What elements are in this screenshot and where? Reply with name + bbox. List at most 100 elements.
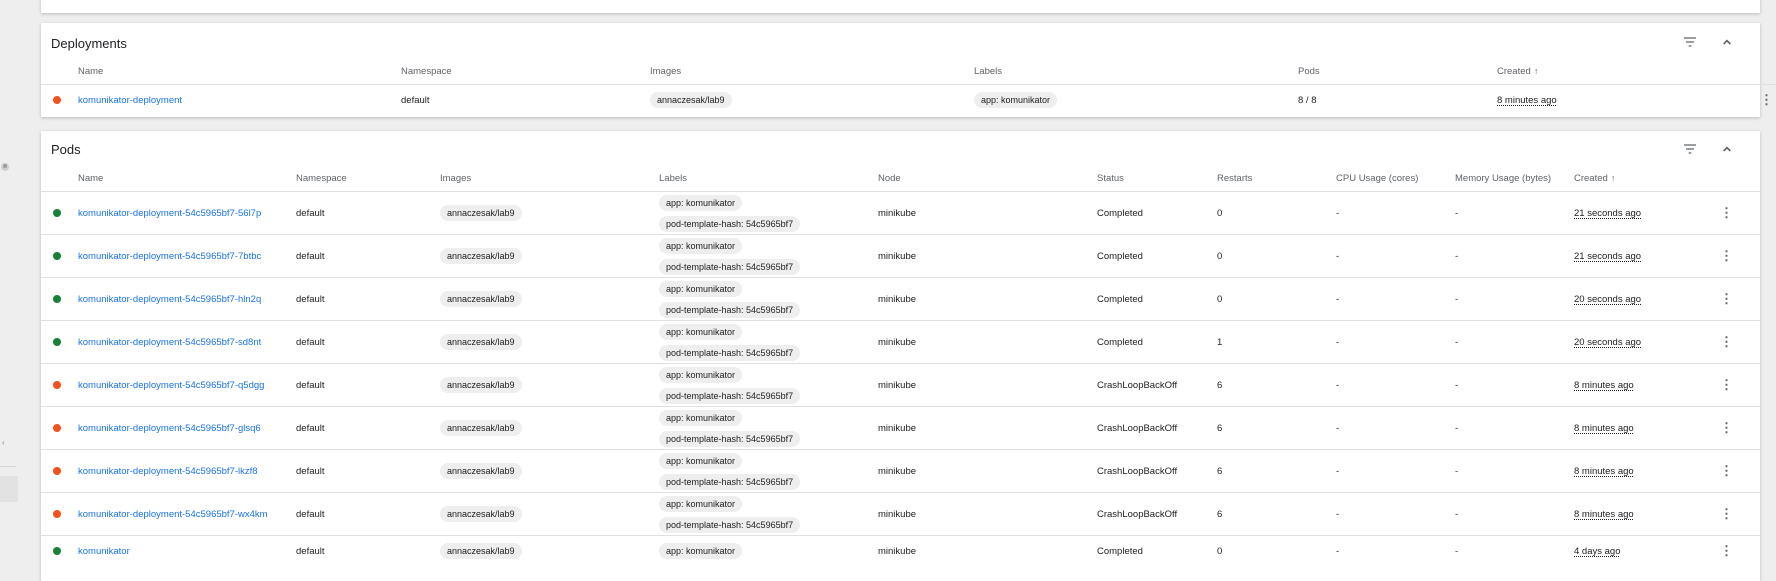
created-time: 8 minutes ago (1574, 508, 1634, 520)
node-cell: minikube (878, 449, 1097, 493)
col-created[interactable]: Created ↑ (1574, 165, 1693, 192)
table-row: komunikator-deployment-54c5965bf7-lkzf8 … (41, 449, 1760, 493)
more-vert-icon[interactable]: ⋮ (1693, 277, 1760, 321)
namespace-cell: default (296, 535, 440, 566)
image-chip: annaczesak/lab9 (440, 506, 522, 522)
node-cell: minikube (878, 320, 1097, 364)
col-images: Images (440, 172, 472, 184)
pod-name-link[interactable]: komunikator-deployment-54c5965bf7-7btbc (78, 251, 261, 262)
label-chip: pod-template-hash: 54c5965bf7 (659, 516, 801, 533)
col-name[interactable]: Name (78, 165, 296, 192)
deployment-name-link[interactable]: komunikator-deployment (78, 95, 182, 106)
deployments-table: Name Namespace Images Labels Pods Create… (41, 58, 1776, 115)
status-cell: Completed (1097, 277, 1217, 321)
label-chip: app: komunikator (659, 280, 743, 297)
more-vert-icon[interactable]: ⋮ (1693, 320, 1760, 364)
cpu-cell: - (1336, 492, 1455, 536)
table-row: komunikator-deployment default annaczesa… (41, 84, 1776, 115)
pod-name-link[interactable]: komunikator-deployment-54c5965bf7-glsq6 (78, 423, 261, 434)
label-chip: pod-template-hash: 54c5965bf7 (659, 258, 801, 275)
pods-table: Name Namespace Images Labels Node Status… (41, 165, 1760, 566)
previous-card (41, 0, 1760, 13)
created-time: 8 minutes ago (1574, 465, 1634, 477)
more-vert-icon[interactable]: ⋮ (1693, 406, 1760, 450)
pod-name-link[interactable]: komunikator-deployment-54c5965bf7-lkzf8 (78, 466, 258, 477)
col-created[interactable]: Created ↑ (1497, 58, 1733, 85)
status-ok-icon (53, 338, 61, 346)
restarts-cell: 0 (1217, 191, 1336, 235)
table-row: komunikator-deployment-54c5965bf7-wx4km … (41, 492, 1760, 536)
col-status[interactable]: Status (1097, 165, 1217, 192)
image-chip: annaczesak/lab9 (650, 92, 732, 108)
more-vert-icon[interactable]: ⋮ (1733, 84, 1776, 115)
memory-cell: - (1455, 492, 1574, 536)
restarts-cell: 1 (1217, 320, 1336, 364)
table-row: komunikator-deployment-54c5965bf7-7btbc … (41, 234, 1760, 278)
rail-tick-icon: ‹ (2, 438, 5, 447)
namespace-cell: default (296, 320, 440, 364)
label-chip: pod-template-hash: 54c5965bf7 (659, 344, 801, 361)
pod-name-link[interactable]: komunikator-deployment-54c5965bf7-q5dgg (78, 380, 264, 391)
more-vert-icon[interactable]: ⋮ (1693, 191, 1760, 235)
node-cell: minikube (878, 363, 1097, 407)
restarts-cell: 0 (1217, 234, 1336, 278)
label-chip: app: komunikator (659, 495, 743, 512)
left-rail: ⊗ ‹ (0, 0, 18, 569)
rail-active-item[interactable] (0, 476, 18, 502)
status-cell: Completed (1097, 191, 1217, 235)
cpu-cell: - (1336, 234, 1455, 278)
image-chip: annaczesak/lab9 (440, 463, 522, 479)
label-chip: pod-template-hash: 54c5965bf7 (659, 387, 801, 404)
pods-count: 8 / 8 (1298, 84, 1497, 115)
image-chip: annaczesak/lab9 (440, 377, 522, 393)
label-chip: pod-template-hash: 54c5965bf7 (659, 301, 801, 318)
label-chip: pod-template-hash: 54c5965bf7 (659, 473, 801, 490)
deployments-card: Deployments Name Namespace Images Labels… (41, 23, 1776, 117)
restarts-cell: 0 (1217, 277, 1336, 321)
more-vert-icon[interactable]: ⋮ (1693, 535, 1760, 566)
status-cell: Completed (1097, 320, 1217, 364)
col-namespace[interactable]: Namespace (296, 165, 440, 192)
status-failed-icon (53, 467, 61, 475)
label-chip: app: komunikator (974, 92, 1058, 108)
rail-badge-icon: ⊗ (1, 163, 9, 171)
pod-name-link[interactable]: komunikator-deployment-54c5965bf7-hln2q (78, 294, 261, 305)
label-chip: app: komunikator (659, 237, 743, 254)
pod-name-link[interactable]: komunikator (78, 546, 130, 557)
col-name[interactable]: Name (78, 58, 401, 85)
col-namespace[interactable]: Namespace (401, 58, 650, 85)
cpu-cell: - (1336, 363, 1455, 407)
chevron-up-icon[interactable] (1719, 141, 1735, 157)
filter-icon[interactable] (1682, 141, 1698, 157)
restarts-cell: 6 (1217, 406, 1336, 450)
status-failed-icon (53, 96, 61, 104)
restarts-cell: 6 (1217, 363, 1336, 407)
memory-cell: - (1455, 191, 1574, 235)
rail-divider (0, 466, 16, 467)
restarts-cell: 6 (1217, 492, 1336, 536)
created-time: 8 minutes ago (1574, 379, 1634, 391)
created-time: 8 minutes ago (1497, 94, 1557, 106)
deployments-header-row: Name Namespace Images Labels Pods Create… (41, 58, 1776, 85)
col-pods: Pods (1298, 65, 1320, 77)
created-time: 8 minutes ago (1574, 422, 1634, 434)
restarts-cell: 6 (1217, 449, 1336, 493)
deployments-title: Deployments (51, 36, 127, 51)
more-vert-icon[interactable]: ⋮ (1693, 492, 1760, 536)
col-node: Node (878, 172, 901, 184)
namespace-cell: default (296, 492, 440, 536)
col-memory: Memory Usage (bytes) (1455, 172, 1552, 184)
filter-icon[interactable] (1682, 34, 1698, 50)
more-vert-icon[interactable]: ⋮ (1693, 449, 1760, 493)
col-labels: Labels (659, 172, 687, 184)
label-chip: pod-template-hash: 54c5965bf7 (659, 215, 801, 232)
pod-name-link[interactable]: komunikator-deployment-54c5965bf7-wx4km (78, 509, 268, 520)
more-vert-icon[interactable]: ⋮ (1693, 234, 1760, 278)
chevron-up-icon[interactable] (1719, 34, 1735, 50)
created-time: 20 seconds ago (1574, 293, 1642, 305)
more-vert-icon[interactable]: ⋮ (1693, 363, 1760, 407)
table-row: komunikator-deployment-54c5965bf7-sd8nt … (41, 320, 1760, 364)
pod-name-link[interactable]: komunikator-deployment-54c5965bf7-56l7p (78, 208, 261, 219)
pod-name-link[interactable]: komunikator-deployment-54c5965bf7-sd8nt (78, 337, 261, 348)
col-restarts: Restarts (1217, 172, 1253, 184)
